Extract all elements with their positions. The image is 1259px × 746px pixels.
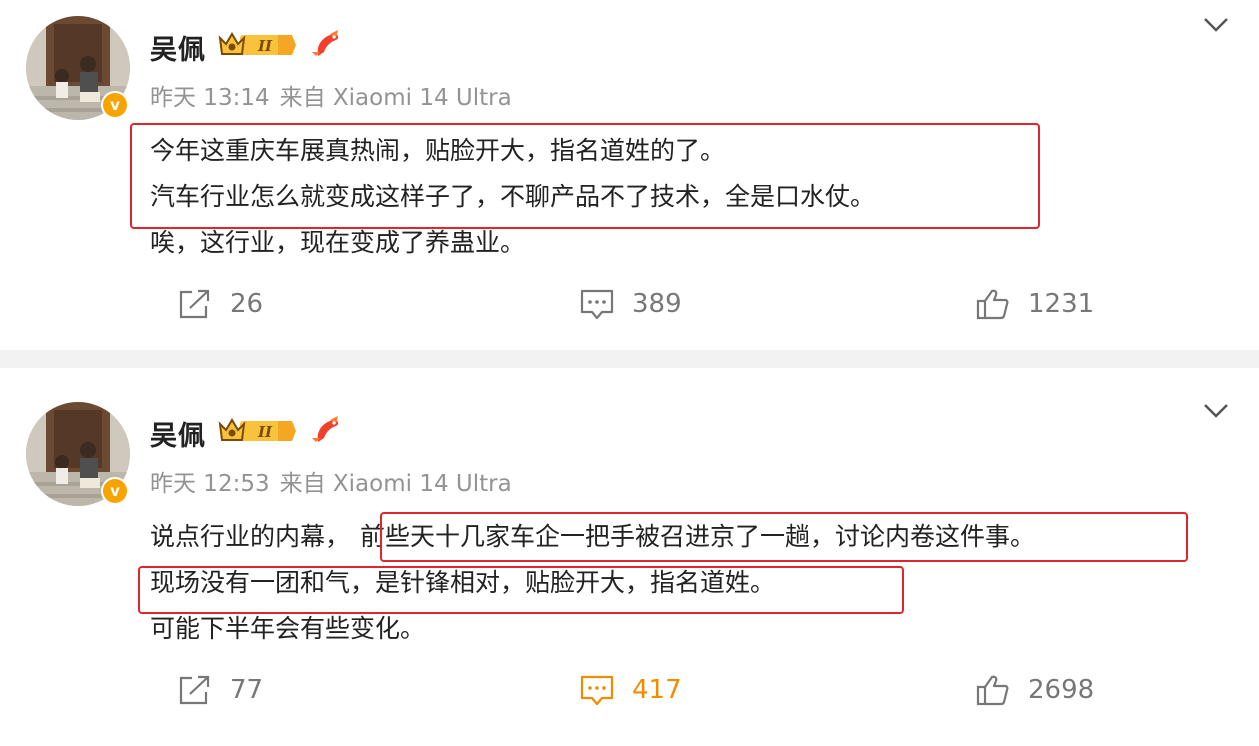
repost-button[interactable]: 26 (178, 288, 263, 320)
comment-button[interactable]: 389 (580, 288, 682, 320)
repost-count: 26 (230, 289, 264, 319)
repost-button[interactable]: 77 (178, 674, 263, 706)
post-meta: 昨天 13:14 来自 Xiaomi 14 Ultra (150, 78, 522, 112)
comment-icon (580, 675, 614, 706)
action-bar: 77 417 2698 (0, 674, 1259, 718)
post-time[interactable]: 昨天 13:14 (150, 85, 270, 111)
like-icon (976, 289, 1009, 320)
verified-icon: v (101, 477, 129, 505)
post-meta: 昨天 12:53 来自 Xiaomi 14 Ultra (150, 464, 522, 498)
content-line: 唉，这行业，现在变成了养蛊业。 (150, 228, 526, 257)
action-bar: 26 389 1231 (0, 288, 1259, 332)
repost-icon (179, 675, 210, 705)
content-line: 现场没有一团和气，是针锋相对，贴脸开大，指名道姓。 (150, 568, 776, 597)
author-name[interactable]: 吴佩 (150, 28, 206, 67)
post-divider (0, 350, 1259, 368)
repost-count: 77 (230, 675, 264, 705)
comment-icon (580, 289, 614, 320)
comment-count: 417 (632, 675, 682, 705)
crown-icon: II (218, 32, 296, 55)
like-icon (976, 675, 1009, 706)
like-button[interactable]: 1231 (976, 288, 1094, 320)
chevron-down-icon[interactable] (1202, 400, 1230, 420)
post-content: 今年这重庆车展真热闹，贴脸开大，指名道姓的了。 汽车行业怎么就变成这样子了，不聊… (150, 128, 875, 266)
svg-text:II: II (257, 37, 273, 55)
content-segment: 前些天十几家车企一把手被召进京了一趟，讨论内卷这件事。 (360, 522, 1036, 551)
post-source: 来自 Xiaomi 14 Ultra (279, 85, 512, 111)
koi-icon (312, 416, 339, 442)
crown-icon: II (218, 418, 296, 441)
svg-text:II: II (257, 423, 273, 441)
content-line: 可能下半年会有些变化。 (150, 614, 426, 643)
like-count: 2698 (1028, 675, 1095, 705)
comment-button[interactable]: 417 (580, 674, 682, 706)
post-content: 说点行业的内幕， 前些天十几家车企一把手被召进京了一趟，讨论内卷这件事。 现场没有… (150, 514, 1035, 652)
verified-icon: v (101, 91, 129, 119)
weibo-post: v 吴佩 II 昨天 13:14 来自 Xiaomi 14 Ultra 今年这重庆… (0, 0, 1259, 350)
post-source: 来自 Xiaomi 14 Ultra (279, 471, 512, 497)
chevron-down-icon[interactable] (1202, 14, 1230, 34)
like-button[interactable]: 2698 (976, 674, 1094, 706)
post-time[interactable]: 昨天 12:53 (150, 471, 270, 497)
content-segment: 说点行业的内幕， (150, 522, 351, 551)
repost-icon (179, 289, 210, 319)
content-line: 汽车行业怎么就变成这样子了，不聊产品不了技术，全是口水仗。 (150, 182, 876, 211)
koi-icon (312, 30, 339, 56)
weibo-post: v 吴佩 II 昨天 12:53 来自 Xiaomi 14 Ultra 说点行业的… (0, 368, 1259, 746)
content-line: 说点行业的内幕， 前些天十几家车企一把手被召进京了一趟，讨论内卷这件事。 (150, 514, 1035, 560)
content-line: 今年这重庆车展真热闹，贴脸开大，指名道姓的了。 (150, 136, 726, 165)
comment-count: 389 (632, 289, 682, 319)
like-count: 1231 (1028, 289, 1095, 319)
author-name[interactable]: 吴佩 (150, 414, 206, 453)
